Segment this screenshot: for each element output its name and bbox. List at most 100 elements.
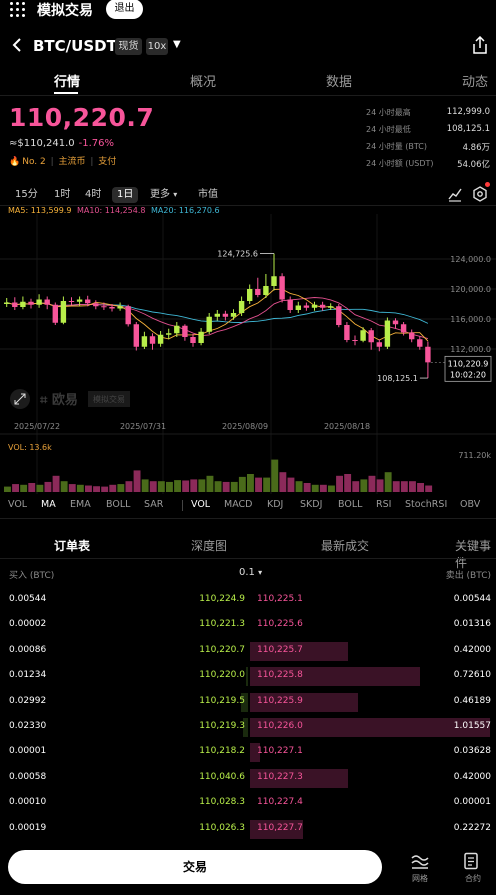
tab-depth-chart[interactable]: 深度图 [191, 537, 227, 554]
volume-bar [190, 479, 198, 492]
volume-bar [68, 484, 76, 492]
tab-order-book[interactable]: 订单表 [54, 537, 90, 554]
chevron-down-icon: ▾ [173, 190, 178, 199]
tab-overview[interactable]: 概况 [190, 71, 216, 90]
indicator-tab-kdj[interactable]: KDJ [267, 499, 283, 510]
stat-volume-label: 24 小时量 (BTC) [366, 142, 427, 151]
volume-bar [20, 484, 28, 492]
chevron-down-icon: ▾ [258, 568, 263, 577]
volume-bar [263, 477, 271, 492]
tag-payment[interactable]: 支付 [98, 157, 116, 167]
fiat-price: ≈$110,241.0 [9, 138, 75, 149]
back-icon[interactable] [12, 37, 22, 58]
indicator-tab-boll[interactable]: BOLL [106, 499, 130, 510]
candle [117, 306, 123, 309]
order-book-row[interactable]: 0.00001 110,218.2 110,227.1 0.03628 [0, 743, 496, 763]
trade-button[interactable]: 交易 [8, 850, 382, 884]
divider [0, 518, 496, 519]
indicator-tab-obv[interactable]: OBV [460, 499, 480, 510]
indicator-tab-vol[interactable]: VOL [191, 499, 210, 510]
stat-turnover-value: 54.06亿 [457, 160, 490, 170]
volume-bar [44, 481, 52, 492]
order-book-row[interactable]: 0.02330 110,219.3 110,226.0 1.01557 [0, 718, 496, 737]
interval-marketcap[interactable]: 市值 [198, 187, 218, 203]
interval-more[interactable]: 更多 ▾ [150, 187, 177, 203]
pair-title[interactable]: BTC/USDT [33, 37, 117, 55]
apps-grid-icon[interactable] [10, 2, 26, 18]
indicator-tab-macd[interactable]: MACD [224, 499, 252, 510]
ask-header: 卖出 (BTC) [445, 571, 491, 581]
indicator-tab-stochrsi[interactable]: StochRSI [405, 499, 447, 510]
volume-bar [360, 479, 368, 492]
bottom-bar: 交易 网格 合约 [0, 842, 496, 895]
indicator-tab-skdj[interactable]: SKDJ [300, 499, 322, 510]
contract-icon[interactable] [462, 852, 482, 870]
bid-price: 110,220.0 [199, 670, 245, 681]
indicator-tab-boll[interactable]: BOLL [338, 499, 362, 510]
stat-turnover-label: 24 小时额 (USDT) [366, 159, 434, 168]
grid-trading-icon[interactable] [410, 852, 430, 870]
tab-data[interactable]: 数据 [326, 71, 352, 90]
candle [206, 316, 212, 332]
bid-price: 110,028.3 [199, 797, 245, 808]
order-book-row[interactable]: 0.00002 110,221.3 110,225.6 0.01316 [0, 616, 496, 635]
interval-15m[interactable]: 15分 [15, 187, 38, 203]
indicator-tab-rsi[interactable]: RSI [376, 499, 391, 510]
volume-bar [295, 481, 303, 492]
tab-market[interactable]: 行情 [54, 71, 80, 90]
indicator-icon[interactable] [447, 186, 463, 202]
interval-1d[interactable]: 1日 [112, 187, 139, 203]
tab-key-events[interactable]: 关键事件 [455, 537, 496, 571]
grid-trading-label[interactable]: 网格 [405, 873, 435, 884]
order-book-row[interactable]: 0.00086 110,220.7 110,225.7 0.42000 [0, 641, 496, 661]
order-book-row[interactable]: 0.01234 110,220.0 110,225.8 0.72610 [0, 667, 496, 687]
volume-bar [141, 479, 149, 492]
pair-dropdown-icon[interactable]: ▼ [173, 39, 181, 50]
candle [182, 325, 188, 337]
bid-amount: 0.00001 [9, 746, 47, 757]
low-label: 108,125.1 [377, 374, 418, 383]
volume-bar [409, 481, 416, 492]
volume-label: VOL: 13.6k [8, 443, 52, 452]
indicator-tab-ma[interactable]: MA [41, 499, 56, 510]
volume-bar [214, 481, 222, 492]
okx-logo-watermark: ⌗ 欧易 [39, 392, 78, 408]
current-price-label: 110,220.9 [448, 359, 489, 368]
ask-price: 110,225.9 [257, 695, 303, 706]
precision-select[interactable]: 0.1 ▾ [239, 567, 262, 578]
order-book-row[interactable]: 0.00544 110,224.9 110,225.1 0.00544 [0, 591, 496, 610]
tab-news[interactable]: 动态 [462, 71, 488, 90]
ask-amount: 0.72610 [453, 670, 491, 681]
volume-axis-label: 711.20k [458, 451, 491, 460]
fiat-price-line: ≈$110,241.0 -1.76% [9, 138, 114, 149]
candle [400, 324, 407, 333]
volume-bar [230, 481, 238, 492]
interval-1h[interactable]: 1时 [54, 187, 70, 203]
ask-amount: 0.42000 [453, 771, 491, 782]
volume-bar [28, 483, 36, 492]
candle [157, 334, 164, 344]
candle [28, 301, 34, 305]
contract-label[interactable]: 合约 [458, 873, 488, 884]
volume-bar [60, 481, 68, 492]
interval-4h[interactable]: 4时 [85, 187, 101, 203]
indicator-tab-vol[interactable]: VOL [8, 499, 27, 510]
tag-mainstream[interactable]: 主流币 [59, 157, 86, 167]
candle [133, 324, 139, 347]
exit-button[interactable]: 退出 [106, 0, 143, 19]
candle [60, 301, 67, 323]
precision-value: 0.1 [239, 567, 255, 578]
indicator-tab-ema[interactable]: EMA [70, 499, 91, 510]
volume-bar [125, 481, 133, 492]
order-book-row[interactable]: 0.00010 110,028.3 110,227.4 0.00001 [0, 794, 496, 813]
indicator-separator [182, 500, 183, 511]
tab-recent-trades[interactable]: 最新成交 [321, 537, 369, 554]
order-book-row[interactable]: 0.00019 110,026.3 110,227.7 0.22272 [0, 819, 496, 839]
settings-icon[interactable] [472, 186, 488, 202]
candlestick-chart[interactable]: 124,000.0 120,000.0 116,000.0 112,000.0 124,… [0, 204, 496, 496]
ask-price: 110,225.6 [257, 619, 303, 630]
order-book-row[interactable]: 0.00058 110,040.6 110,227.3 0.42000 [0, 768, 496, 788]
share-icon[interactable] [472, 35, 488, 54]
indicator-tab-sar[interactable]: SAR [144, 499, 163, 510]
order-book-row[interactable]: 0.02992 110,219.5 110,225.9 0.46189 [0, 692, 496, 712]
